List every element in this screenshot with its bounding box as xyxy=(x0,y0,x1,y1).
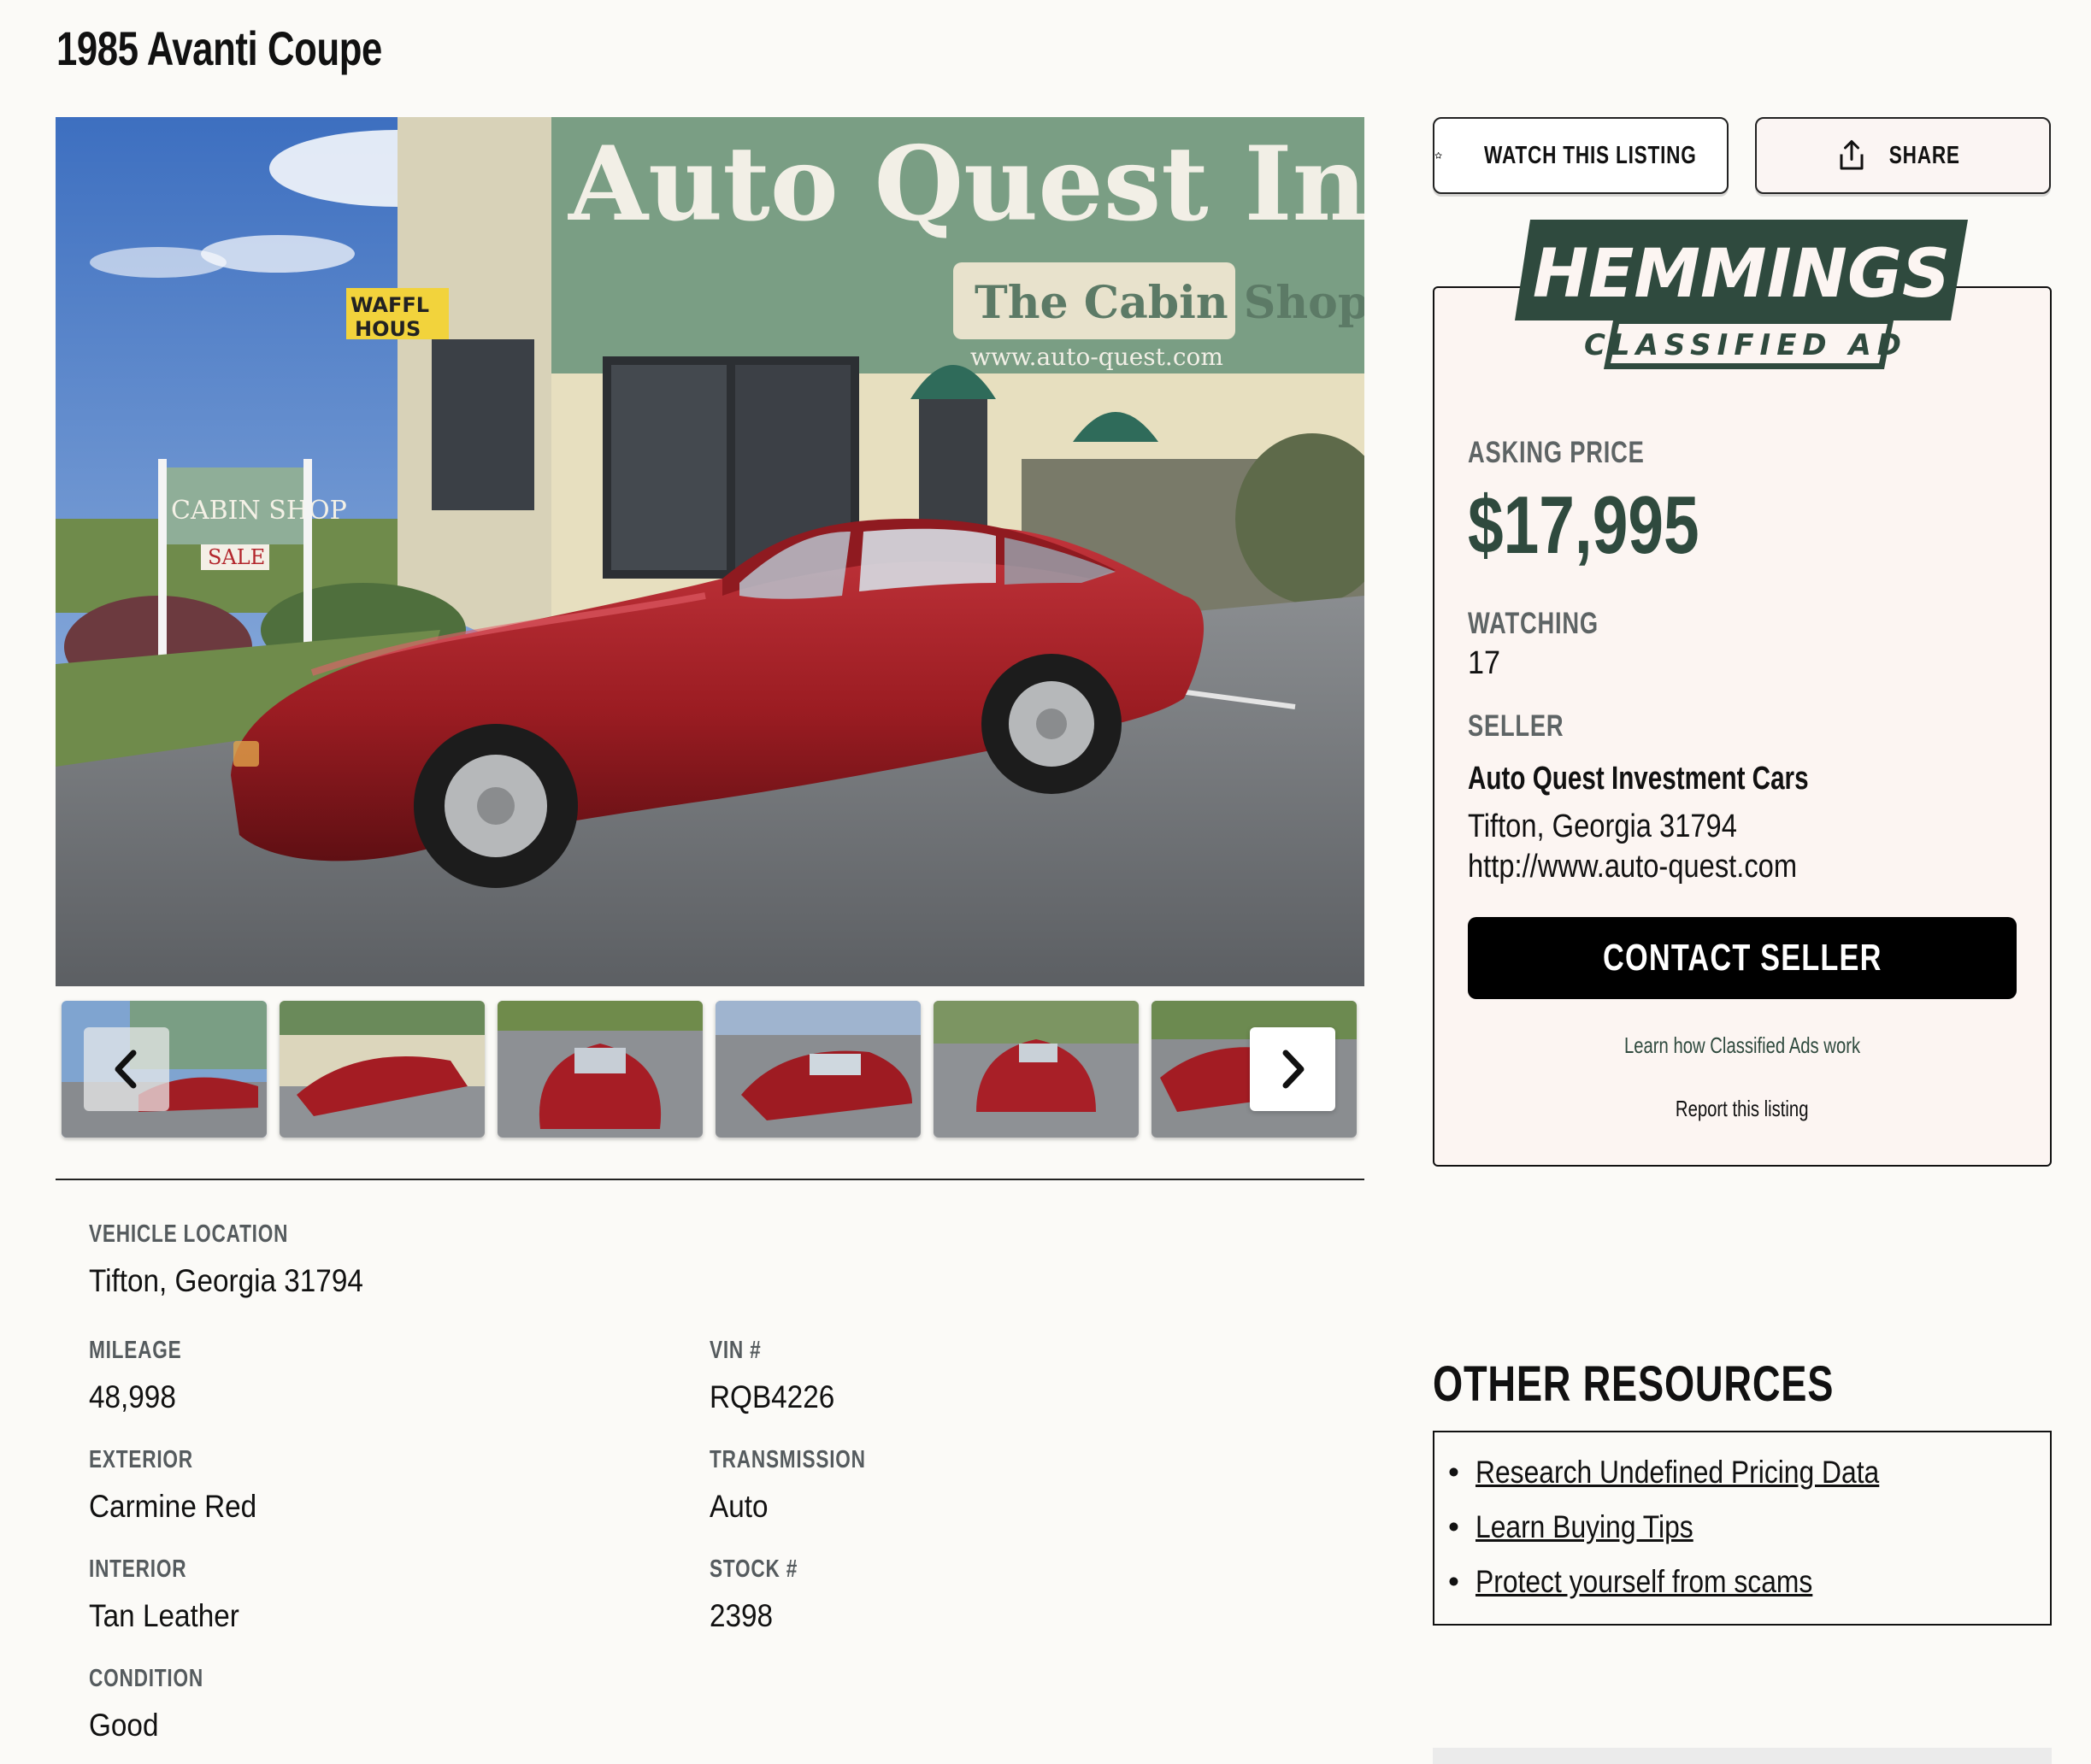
seller-label: SELLER xyxy=(1468,709,1564,743)
listing-title: 1985 Avanti Coupe xyxy=(56,21,382,75)
seller-name: Auto Quest Investment Cars xyxy=(1468,761,1809,797)
spec-condition-value: Good xyxy=(89,1708,159,1743)
watching-count: 17 xyxy=(1468,645,1501,681)
classified-badge: CLASSIFIED AD xyxy=(1584,328,1907,362)
chevron-left-icon xyxy=(115,1050,137,1089)
asking-price-label: ASKING PRICE xyxy=(1468,436,1645,469)
spec-condition-label: CONDITION xyxy=(89,1665,203,1692)
seller-location: Tifton, Georgia 31794 xyxy=(1468,808,1737,844)
watching-label: WATCHING xyxy=(1468,607,1599,640)
star-outline-icon xyxy=(1434,151,1442,159)
spec-stock-value: 2398 xyxy=(710,1598,774,1633)
svg-text:CABIN SHOP: CABIN SHOP xyxy=(171,496,347,526)
hemmings-brand: HEMMINGS xyxy=(1533,236,1950,313)
share-upload-icon xyxy=(1840,140,1864,170)
spec-interior-value: Tan Leather xyxy=(89,1598,239,1633)
section-divider xyxy=(56,1179,1364,1180)
spec-transmission-value: Auto xyxy=(710,1489,769,1524)
thumbnail-5[interactable] xyxy=(934,1001,1139,1138)
other-resources-title: OTHER RESOURCES xyxy=(1433,1356,1835,1412)
thumbnail-strip xyxy=(62,1001,1358,1138)
spec-location-label: VEHICLE LOCATION xyxy=(89,1220,289,1248)
thumbnail-3[interactable] xyxy=(498,1001,703,1138)
svg-text:The Cabin Shop: The Cabin Shop xyxy=(975,277,1364,329)
spec-transmission-label: TRANSMISSION xyxy=(710,1446,866,1473)
svg-text:SALE: SALE xyxy=(208,545,265,569)
share-button[interactable]: SHARE xyxy=(1755,117,2051,194)
share-label: SHARE xyxy=(1888,141,1960,169)
listing-page: 1985 Avanti Coupe Auto Quest In The Cabi… xyxy=(0,0,2091,1764)
svg-text:HOUS: HOUS xyxy=(355,317,421,341)
thumbnail-2[interactable] xyxy=(280,1001,485,1138)
spec-vin-label: VIN # xyxy=(710,1337,762,1364)
spec-stock-label: STOCK # xyxy=(710,1555,798,1583)
chevron-right-icon xyxy=(1282,1050,1305,1089)
hemmings-classified-logo: HEMMINGS CLASSIFIED AD xyxy=(1515,220,1968,369)
spec-mileage-label: MILEAGE xyxy=(89,1337,182,1364)
report-listing-link[interactable]: Report this listing xyxy=(1433,1096,2052,1122)
main-photo-image: Auto Quest Investment Co The Cabin Shop … xyxy=(56,117,1364,986)
gallery-next-button[interactable] xyxy=(1250,1027,1335,1111)
spec-exterior-label: EXTERIOR xyxy=(89,1446,193,1473)
main-photo[interactable]: Auto Quest Investment Co The Cabin Shop … xyxy=(56,117,1364,986)
spec-mileage-value: 48,998 xyxy=(89,1379,176,1414)
building-sign: Auto Quest Investment Co xyxy=(568,124,1364,244)
contact-seller-button[interactable]: CONTACT SELLER xyxy=(1468,917,2017,999)
svg-text:www.auto-quest.com: www.auto-quest.com xyxy=(970,343,1223,371)
learn-classified-link[interactable]: Learn how Classified Ads work xyxy=(1433,1032,2052,1059)
spec-exterior-value: Carmine Red xyxy=(89,1489,257,1524)
bottom-panel-edge xyxy=(1433,1748,2052,1764)
spec-location-value: Tifton, Georgia 31794 xyxy=(89,1263,363,1298)
asking-price: $17,995 xyxy=(1468,479,1699,571)
spec-interior-label: INTERIOR xyxy=(89,1555,187,1583)
watch-listing-label: WATCH THIS LISTING xyxy=(1484,141,1697,169)
gallery-prev-button[interactable] xyxy=(84,1027,169,1111)
spec-vin-value: RQB4226 xyxy=(710,1379,835,1414)
thumbnail-4[interactable] xyxy=(716,1001,921,1138)
seller-website-link[interactable]: http://www.auto-quest.com xyxy=(1468,849,1851,885)
svg-text:WAFFL: WAFFL xyxy=(350,293,429,317)
watch-listing-button[interactable]: WATCH THIS LISTING xyxy=(1433,117,1729,194)
